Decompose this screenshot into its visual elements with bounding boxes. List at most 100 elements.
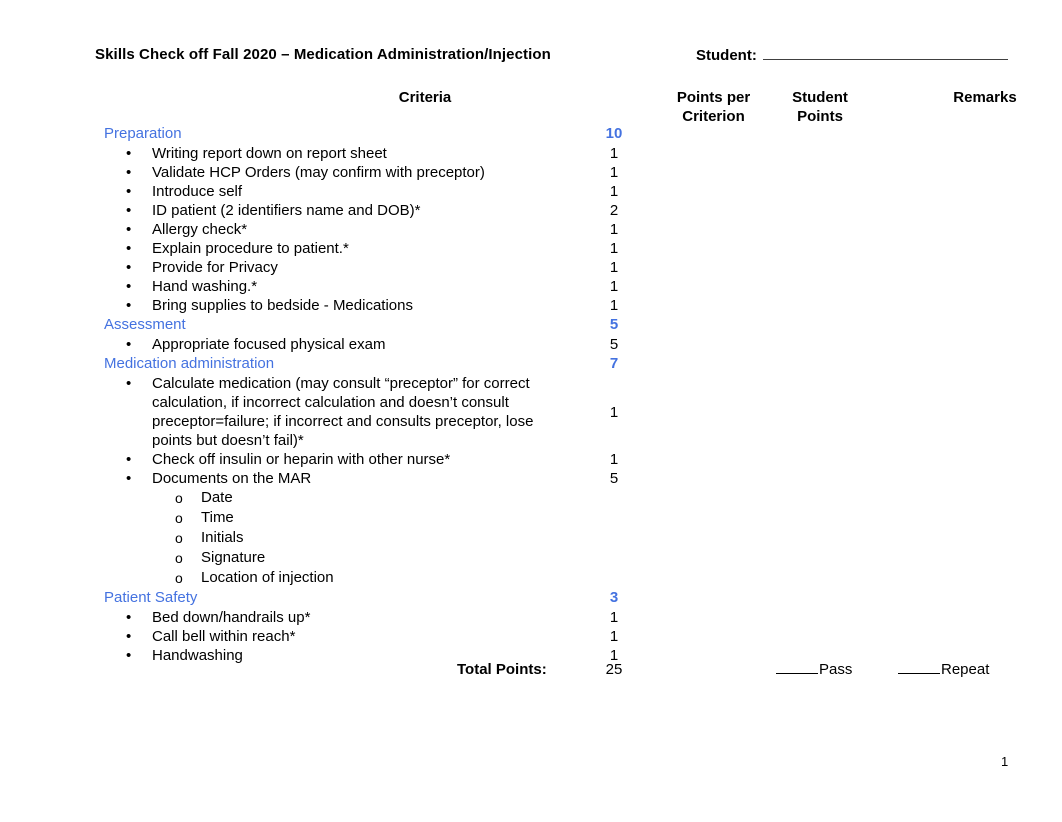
criterion-inner: •Allergy check*Allergy check*1 (95, 220, 1015, 239)
section-points-total: 3 (609, 589, 619, 606)
criterion-points: 1 (609, 240, 619, 257)
criterion-points: 1 (609, 628, 619, 645)
total-row: Total Points: 25 Pass Repeat (95, 661, 1015, 683)
criteria-table-body: Preparation 10 • Writing report down on rep… (95, 124, 1015, 665)
student-field: Student: (696, 46, 1008, 64)
column-header-remarks: Remarks (953, 89, 1017, 106)
criterion-inner: •Documents on the MARDocuments on the MA… (95, 469, 1015, 488)
sub-criterion-text: Date (201, 489, 233, 506)
criterion-text: Check off insulin or heparin with other … (152, 451, 451, 468)
student-name-blank[interactable] (762, 46, 1008, 60)
bullet-icon: • (126, 240, 132, 257)
criterion-row: •Allergy check*Allergy check*1 (95, 220, 1015, 239)
criterion-inner: • Check off insulin or heparin with other… (95, 450, 1015, 469)
criterion-points: 1 (609, 183, 619, 200)
repeat-checkbox[interactable]: Repeat (898, 661, 989, 678)
criterion-inner: • Calculate medication (may consult “prec… (95, 374, 1015, 450)
student-label: Student: (696, 47, 757, 64)
page-title: Skills Check off Fall 2020 – Medication … (95, 46, 551, 63)
criterion-text: Introduce self (152, 183, 243, 200)
criterion-points: 1 (609, 404, 619, 421)
sub-criterion-row: o Location of injection (95, 568, 1015, 588)
criterion-points: 1 (609, 145, 619, 162)
repeat-label: Repeat (941, 661, 990, 678)
criterion-inner: • Validate HCP Orders (may confirm with p… (95, 163, 1015, 182)
criterion-points: 1 (609, 278, 619, 295)
criterion-row: •Appropriate focused physical examApprop… (95, 335, 1015, 354)
criterion-text: Bring supplies to bedside - Medications (152, 297, 413, 314)
criterion-points: 1 (609, 297, 619, 314)
sub-bullet-icon: o (175, 510, 183, 526)
criterion-inner: •Bed down/handrails up*Bed down/handrail… (95, 608, 1015, 627)
criterion-points: 1 (609, 609, 619, 626)
sub-bullet-icon: o (175, 530, 183, 546)
section-title: Patient Safety (104, 589, 198, 606)
criterion-text: Bed down/handrails up* (152, 609, 311, 626)
bullet-icon: • (126, 336, 132, 353)
bullet-icon: • (126, 628, 132, 645)
criterion-inner: •Call bell within reach*Call bell within… (95, 627, 1015, 646)
criterion-row: •Introduce selfIntroduce self1 (95, 182, 1015, 201)
bullet-icon: • (126, 297, 132, 314)
bullet-icon: • (126, 451, 132, 468)
section-points-total: 10 (605, 125, 623, 142)
criterion-row: •Bed down/handrails up*Bed down/handrail… (95, 608, 1015, 627)
criterion-points: 5 (609, 470, 619, 487)
criterion-text: Call bell within reach* (152, 628, 296, 645)
sub-criterion-row: o Time (95, 508, 1015, 528)
sub-bullet-icon: o (175, 550, 183, 566)
sub-criterion-row: o Signature (95, 548, 1015, 568)
criterion-points: 2 (609, 202, 619, 219)
bullet-icon: • (126, 470, 132, 487)
criterion-text: Appropriate focused physical exam (152, 336, 386, 353)
criterion-inner: • Bring supplies to bedside - Medications… (95, 296, 1015, 315)
section-points-total: 7 (609, 355, 619, 372)
sub-criterion-text: Time (201, 509, 234, 526)
bullet-icon: • (126, 259, 132, 276)
section-row: Assessment 5 (95, 315, 1015, 335)
criterion-inner: •Hand washing.*Hand washing.*1 (95, 277, 1015, 296)
section-title: Assessment (104, 316, 186, 333)
criterion-row: •Documents on the MARDocuments on the MA… (95, 469, 1015, 488)
criterion-row: • ID patient (2 identifiers name and DOB)… (95, 201, 1015, 220)
criterion-points: 5 (609, 336, 619, 353)
section-title: Medication administration (104, 355, 275, 372)
bullet-icon: • (126, 375, 132, 392)
criterion-points: 1 (609, 221, 619, 238)
pass-checkbox[interactable]: Pass (776, 661, 852, 678)
criterion-row: •Hand washing.*Hand washing.*1 (95, 277, 1015, 296)
section-row: Patient Safety 3 (95, 588, 1015, 608)
bullet-icon: • (126, 145, 132, 162)
criterion-row: • Check off insulin or heparin with other… (95, 450, 1015, 469)
sub-criterion-text: Location of injection (201, 569, 334, 586)
criterion-row: •Writing report down on report sheetWrit… (95, 144, 1015, 163)
total-points-value: 25 (605, 661, 623, 678)
section-row: Medication administration 7 (95, 354, 1015, 374)
criterion-inner: •Writing report down on report sheetWrit… (95, 144, 1015, 163)
criterion-row: •Call bell within reach*Call bell within… (95, 627, 1015, 646)
title-row: Skills Check off Fall 2020 – Medication … (95, 46, 1015, 68)
sub-bullet-icon: o (175, 570, 183, 586)
criterion-text: Validate HCP Orders (may confirm with pr… (152, 164, 485, 181)
criterion-inner: •Provide for PrivacyProvide for Privacy1 (95, 258, 1015, 277)
criterion-text: Documents on the MAR (152, 470, 312, 487)
pass-blank[interactable] (776, 661, 818, 674)
bullet-icon: • (126, 278, 132, 295)
sub-criterion-row: o Initials (95, 528, 1015, 548)
criterion-text: Provide for Privacy (152, 259, 278, 276)
bullet-icon: • (126, 202, 132, 219)
bullet-icon: • (126, 164, 132, 181)
criterion-text: ID patient (2 identifiers name and DOB)* (152, 202, 421, 219)
total-points-label: Total Points: (457, 661, 547, 678)
criterion-inner: •Appropriate focused physical examApprop… (95, 335, 1015, 354)
sub-criterion-text: Signature (201, 549, 266, 566)
repeat-blank[interactable] (898, 661, 940, 674)
criterion-row: •Provide for PrivacyProvide for Privacy1 (95, 258, 1015, 277)
criterion-text: Explain procedure to patient.* (152, 240, 349, 257)
criterion-row: • Validate HCP Orders (may confirm with p… (95, 163, 1015, 182)
bullet-icon: • (126, 609, 132, 626)
section-row: Preparation 10 (95, 124, 1015, 144)
criterion-row: • Bring supplies to bedside - Medications… (95, 296, 1015, 315)
criterion-points: 1 (609, 451, 619, 468)
criterion-points: 1 (609, 164, 619, 181)
